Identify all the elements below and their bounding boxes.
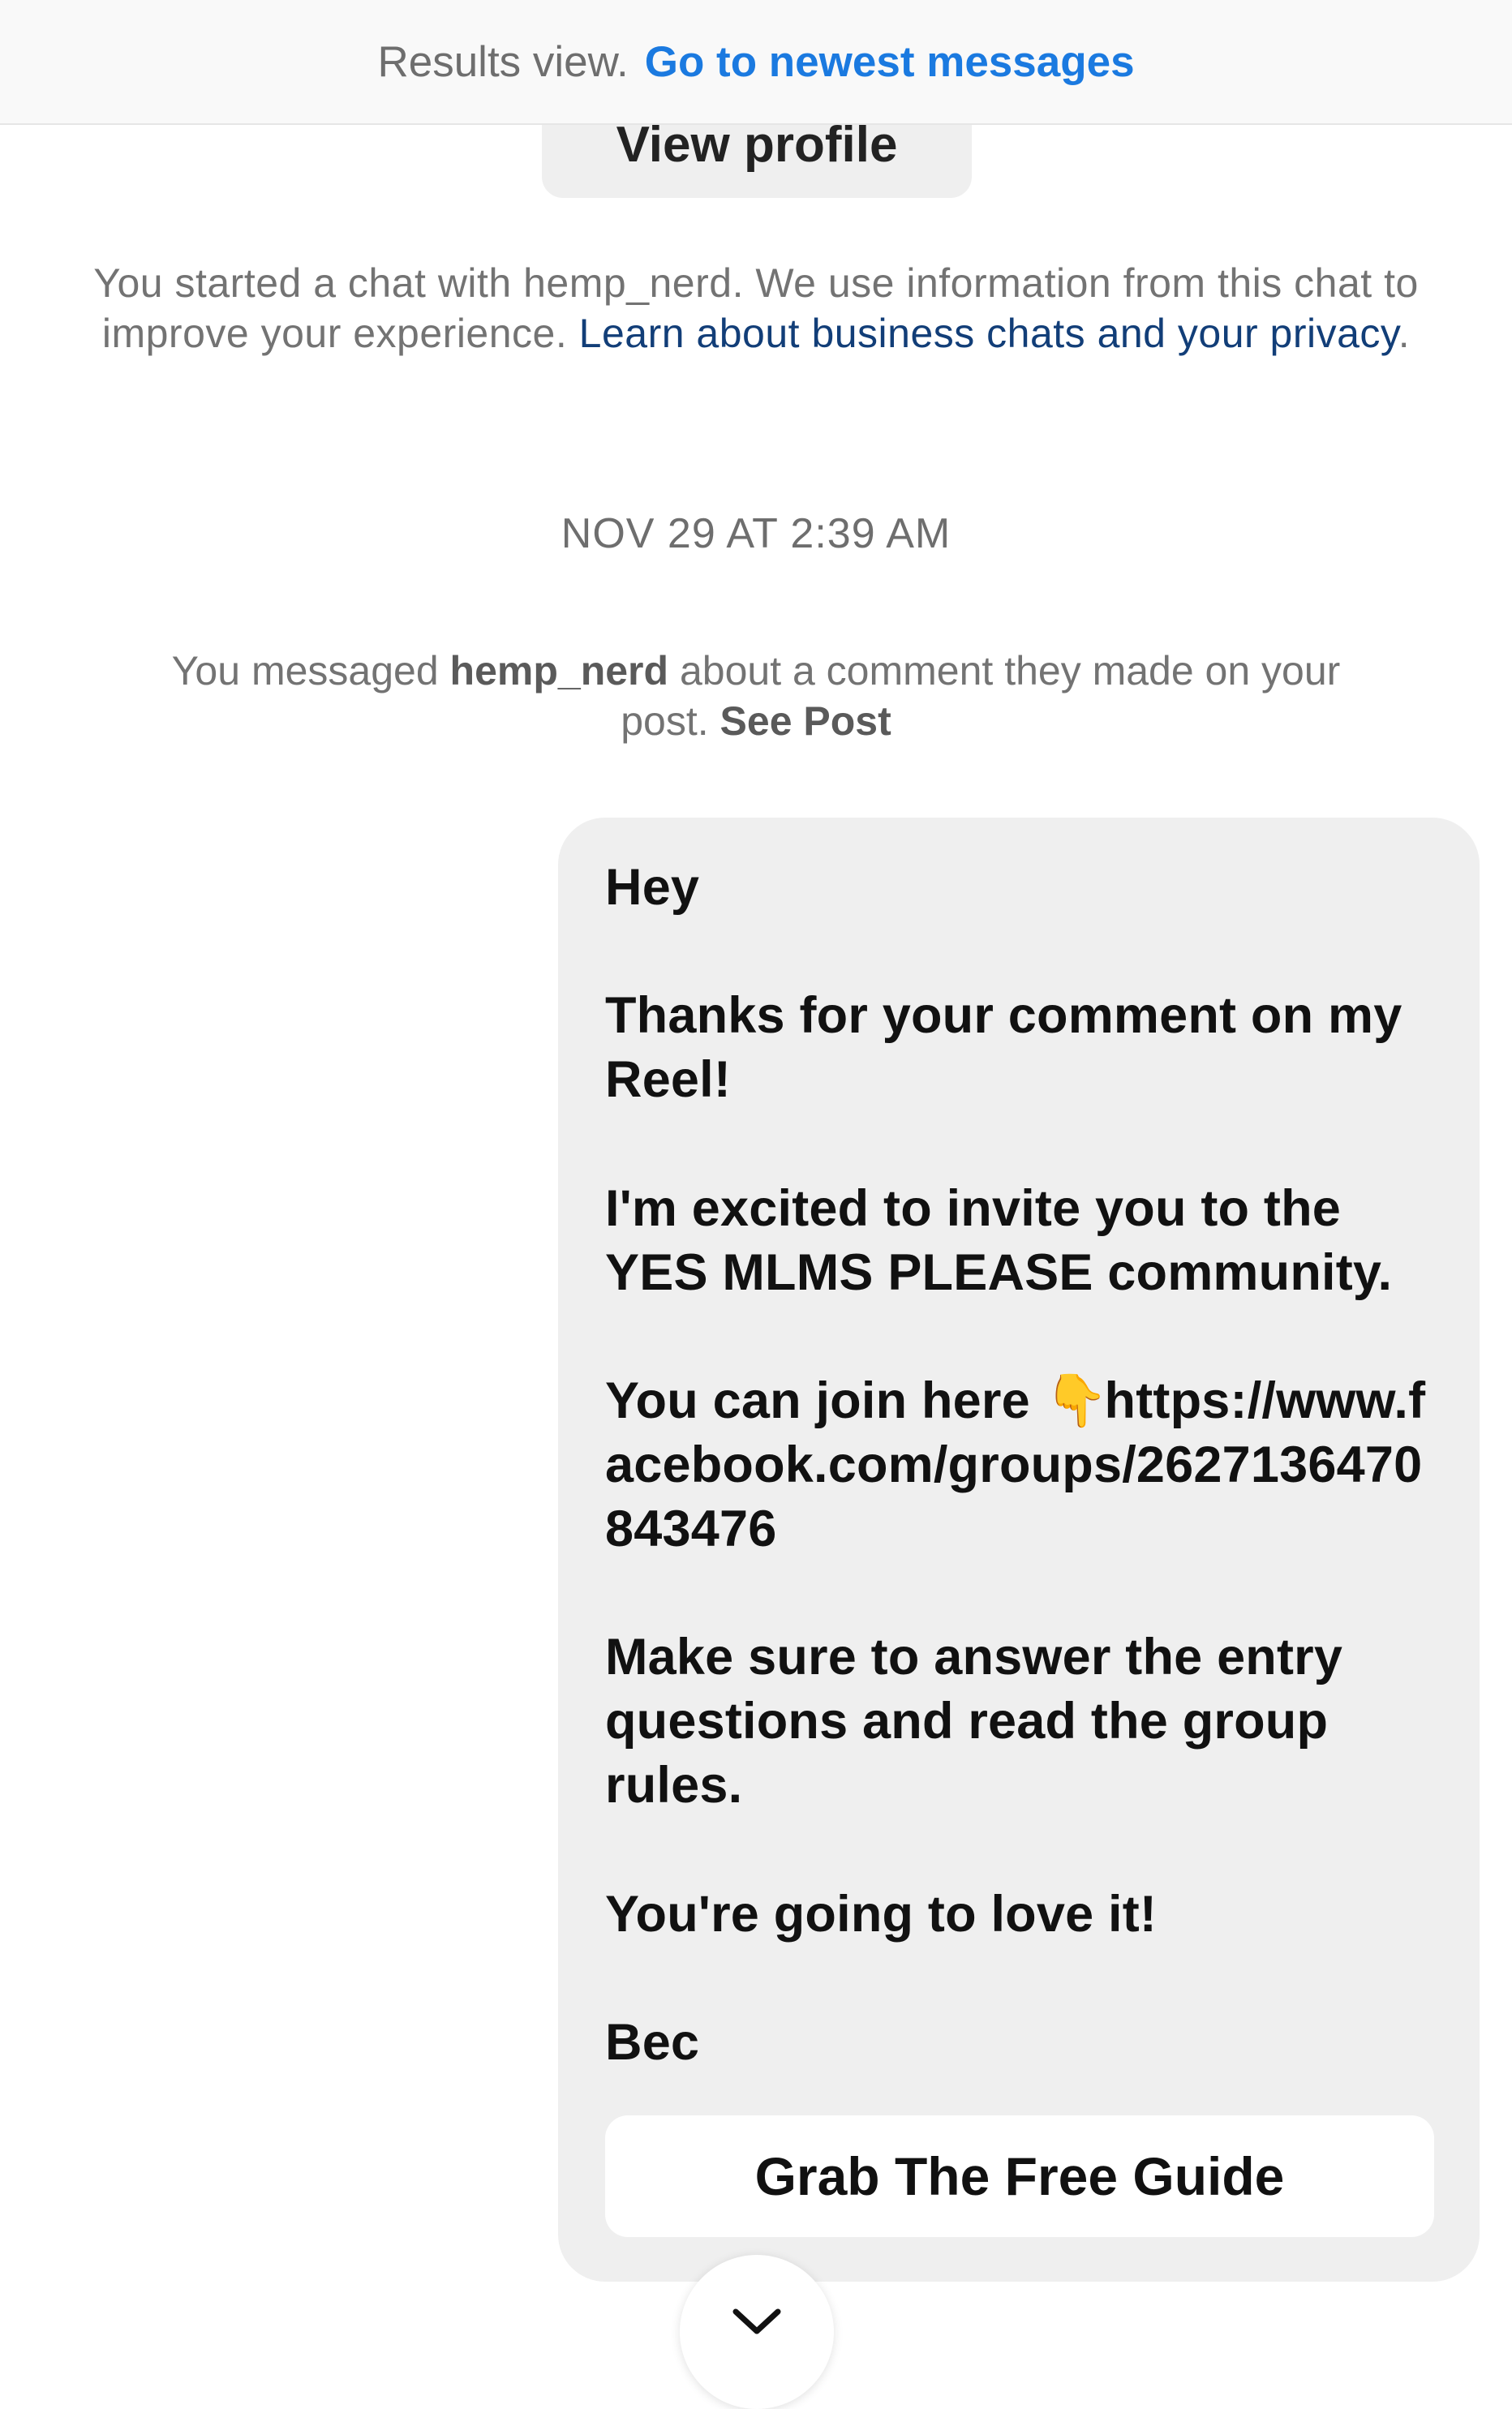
comment-context: You messaged hemp_nerd about a comment t… bbox=[146, 646, 1366, 746]
pointing-down-icon: 👇 bbox=[1044, 1372, 1109, 1429]
message-instructions: Make sure to answer the entry questions … bbox=[605, 1629, 1343, 1814]
context-username: hemp_nerd bbox=[449, 648, 669, 694]
grab-free-guide-button[interactable]: Grab The Free Guide bbox=[605, 2115, 1434, 2237]
notice-suffix: . bbox=[1398, 311, 1411, 356]
message-invite: I'm excited to invite you to the YES MLM… bbox=[605, 1180, 1393, 1301]
message-signature: Bec bbox=[605, 2014, 700, 2071]
results-label: Results view. bbox=[377, 37, 629, 86]
message-join: You can join here 👇https://www.facebook.… bbox=[605, 1369, 1433, 1561]
message-closing: You're going to love it! bbox=[605, 1886, 1158, 1943]
privacy-link[interactable]: Learn about business chats and your priv… bbox=[579, 311, 1398, 356]
scroll-down-button[interactable] bbox=[680, 2255, 834, 2409]
chevron-down-icon bbox=[732, 2308, 781, 2334]
join-prefix: You can join here bbox=[605, 1372, 1030, 1429]
go-to-newest-link[interactable]: Go to newest messages bbox=[645, 37, 1135, 87]
context-prefix: You messaged bbox=[171, 648, 439, 694]
message-timestamp: NOV 29 AT 2:39 AM bbox=[561, 510, 951, 557]
see-post-link[interactable]: See Post bbox=[720, 698, 891, 744]
business-chat-notice: You started a chat with hemp_nerd. We us… bbox=[41, 258, 1471, 359]
message-thanks: Thanks for your comment on my Reel! bbox=[605, 987, 1402, 1108]
results-banner: Results view. Go to newest messages bbox=[0, 0, 1512, 125]
message-greeting: Hey bbox=[605, 859, 700, 916]
